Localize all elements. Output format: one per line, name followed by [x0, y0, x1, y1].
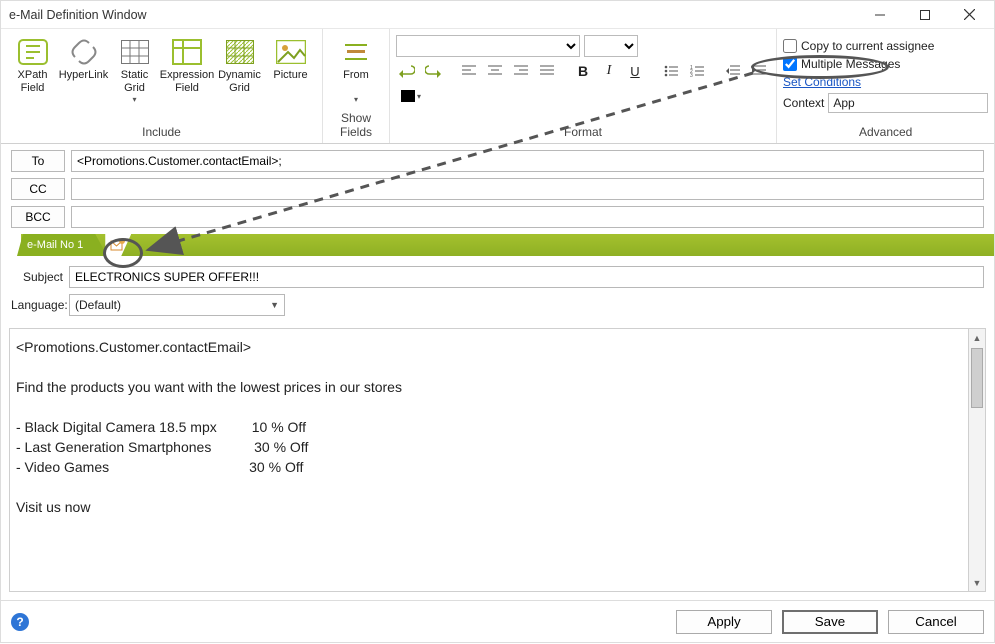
hyperlink-button[interactable]: HyperLink [58, 33, 109, 95]
align-left-button[interactable] [458, 60, 480, 82]
multiple-messages-checkbox[interactable]: Multiple Messages [783, 57, 900, 71]
static-grid-icon [118, 37, 152, 67]
subject-input[interactable] [69, 266, 984, 288]
static-grid-button[interactable]: Static Grid ▾ [109, 33, 160, 104]
copy-to-assignee-checkbox[interactable]: Copy to current assignee [783, 39, 934, 53]
picture-icon [274, 37, 308, 67]
add-email-tab-button[interactable] [105, 234, 131, 256]
outdent-button[interactable] [722, 60, 744, 82]
xpath-field-button[interactable]: XPath Field [7, 33, 58, 95]
from-button[interactable]: From ▾ [329, 33, 383, 104]
email-body-editor[interactable]: <Promotions.Customer.contactEmail> Find … [9, 328, 969, 592]
email-tab[interactable]: e-Mail No 1 [17, 234, 107, 256]
editor-area: <Promotions.Customer.contactEmail> Find … [9, 328, 986, 592]
underline-button[interactable]: U [624, 60, 646, 82]
detail-section: Subject Language: (Default) ▼ [1, 256, 994, 328]
align-right-button[interactable] [510, 60, 532, 82]
ribbon-group-include: XPath Field HyperLink Static Grid ▾ Expr… [1, 29, 323, 143]
group-label-showfields: Show Fields [329, 109, 383, 143]
group-label-format: Format [396, 123, 770, 143]
language-label: Language: [11, 298, 69, 312]
email-tab-bar: e-Mail No 1 [1, 234, 994, 256]
undo-button[interactable] [396, 60, 418, 82]
language-select[interactable]: (Default) ▼ [69, 294, 285, 316]
cc-input[interactable] [71, 178, 984, 200]
apply-button[interactable]: Apply [676, 610, 772, 634]
window-title: e-Mail Definition Window [9, 8, 857, 22]
context-label: Context [783, 96, 824, 110]
save-button[interactable]: Save [782, 610, 878, 634]
dynamic-grid-icon [223, 37, 257, 67]
ribbon-group-showfields: From ▾ Show Fields [323, 29, 390, 143]
italic-button[interactable]: I [598, 60, 620, 82]
scroll-thumb[interactable] [971, 348, 983, 408]
to-input[interactable] [71, 150, 984, 172]
subject-label: Subject [11, 270, 69, 284]
context-select[interactable]: App [828, 93, 988, 113]
picture-button[interactable]: Picture [265, 33, 316, 95]
from-icon [339, 37, 373, 67]
cc-button[interactable]: CC [11, 178, 65, 200]
expression-field-icon [170, 37, 204, 67]
bold-button[interactable]: B [572, 60, 594, 82]
font-size-select[interactable] [584, 35, 638, 57]
ribbon: XPath Field HyperLink Static Grid ▾ Expr… [1, 29, 994, 144]
align-center-button[interactable] [484, 60, 506, 82]
chevron-down-icon: ▾ [132, 95, 136, 104]
help-button[interactable]: ? [11, 613, 29, 631]
dynamic-grid-button[interactable]: Dynamic Grid [214, 33, 265, 95]
ribbon-group-advanced: Copy to current assignee Multiple Messag… [777, 29, 994, 143]
title-bar: e-Mail Definition Window [1, 1, 994, 29]
maximize-button[interactable] [902, 1, 947, 29]
indent-button[interactable] [748, 60, 770, 82]
bullet-list-button[interactable] [660, 60, 682, 82]
cancel-button[interactable]: Cancel [888, 610, 984, 634]
scroll-down-arrow-icon[interactable]: ▼ [969, 574, 985, 591]
scroll-up-arrow-icon[interactable]: ▲ [969, 329, 985, 346]
to-button[interactable]: To [11, 150, 65, 172]
bcc-input[interactable] [71, 206, 984, 228]
group-label-advanced: Advanced [783, 123, 988, 143]
svg-text:3: 3 [690, 73, 693, 77]
numbered-list-button[interactable]: 123 [686, 60, 708, 82]
hyperlink-icon [67, 37, 101, 67]
align-justify-button[interactable] [536, 60, 558, 82]
ribbon-group-format: B I U 123 ▾ Format [390, 29, 777, 143]
close-button[interactable] [947, 1, 992, 29]
footer: ? Apply Save Cancel [1, 600, 994, 642]
editor-scrollbar[interactable]: ▲ ▼ [969, 328, 986, 592]
xpath-field-icon [16, 37, 50, 67]
minimize-button[interactable] [857, 1, 902, 29]
new-mail-icon [110, 238, 126, 252]
group-label-include: Include [7, 123, 316, 143]
bcc-button[interactable]: BCC [11, 206, 65, 228]
header-fields: To CC BCC [1, 144, 994, 228]
font-family-select[interactable] [396, 35, 580, 57]
chevron-down-icon: ▾ [354, 95, 358, 104]
set-conditions-link[interactable]: Set Conditions [783, 75, 861, 89]
font-color-button[interactable]: ▾ [396, 85, 426, 107]
chevron-down-icon: ▼ [270, 300, 279, 310]
expression-field-button[interactable]: Expression Field [160, 33, 214, 95]
redo-button[interactable] [422, 60, 444, 82]
